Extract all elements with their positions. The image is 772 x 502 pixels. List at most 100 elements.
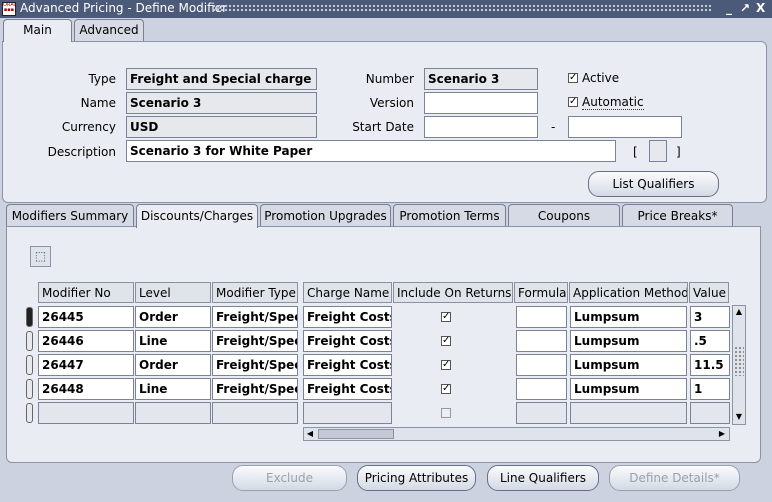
value-cell[interactable]: .5 — [690, 330, 730, 352]
number-field[interactable]: Scenario 3 — [424, 68, 538, 90]
application-method-cell[interactable] — [570, 402, 687, 424]
formula-cell[interactable] — [516, 402, 567, 424]
name-field[interactable]: Scenario 3 — [126, 92, 317, 114]
window-title: Advanced Pricing - Define Modifier — [20, 1, 227, 15]
formula-cell[interactable] — [516, 378, 567, 400]
restore-icon[interactable]: ↗ — [740, 1, 750, 15]
scroll-up-icon[interactable]: ▲ — [733, 306, 745, 318]
application-method-cell[interactable]: Lumpsum — [570, 306, 687, 328]
row-selector[interactable] — [26, 379, 33, 399]
tab-promotion-terms[interactable]: Promotion Terms — [393, 204, 506, 227]
formula-cell[interactable] — [516, 354, 567, 376]
modifier-type-cell[interactable]: Freight/Spec — [212, 354, 298, 376]
level-cell[interactable]: Order — [135, 354, 211, 376]
charge-name-cell[interactable]: Freight Costs — [303, 306, 392, 328]
currency-field[interactable]: USD — [126, 116, 317, 138]
scroll-left-icon[interactable]: ◀ — [304, 428, 316, 440]
application-method-cell[interactable]: Lumpsum — [570, 354, 687, 376]
horizontal-scroll-thumb[interactable] — [318, 429, 394, 439]
close-icon[interactable]: X — [756, 1, 765, 15]
flex-bracket-close: ] — [676, 145, 681, 159]
value-cell[interactable]: 1 — [690, 378, 730, 400]
line-qualifiers-button[interactable]: Line Qualifiers — [487, 465, 599, 491]
folder-icon[interactable]: ⬚ — [30, 246, 51, 267]
active-label: Active — [582, 71, 620, 85]
automatic-checkbox[interactable]: ✓ — [568, 97, 578, 107]
define-details-button[interactable]: Define Details* — [609, 465, 740, 491]
level-cell[interactable]: Line — [135, 378, 211, 400]
start-date-field[interactable] — [424, 116, 538, 138]
value-cell[interactable]: 3 — [690, 306, 730, 328]
column-header-level[interactable]: Level — [135, 282, 211, 303]
version-label: Version — [369, 96, 414, 110]
scroll-right-icon[interactable]: ▶ — [716, 428, 728, 440]
include-on-returns-checkbox[interactable] — [441, 408, 451, 418]
tab-advanced[interactable]: Advanced — [74, 19, 144, 41]
app-icon: ORACLE▪▪▪ — [2, 2, 16, 16]
column-header-include-on-returns[interactable]: Include On Returns — [393, 282, 513, 303]
descriptive-flexfield[interactable] — [649, 140, 667, 162]
tab-price-breaks[interactable]: Price Breaks* — [622, 204, 733, 227]
title-bar-pattern — [212, 4, 712, 13]
application-method-cell[interactable]: Lumpsum — [570, 378, 687, 400]
level-cell[interactable] — [135, 402, 211, 424]
exclude-button[interactable]: Exclude — [232, 465, 347, 491]
tab-promotion-upgrades[interactable]: Promotion Upgrades — [260, 204, 391, 227]
modifier-no-cell[interactable] — [38, 402, 134, 424]
scroll-down-icon[interactable]: ▼ — [733, 411, 745, 423]
tab-coupons[interactable]: Coupons — [508, 204, 620, 227]
type-field[interactable]: Freight and Special charge Li — [126, 68, 317, 90]
pricing-attributes-button[interactable]: Pricing Attributes — [357, 465, 476, 491]
formula-cell[interactable] — [516, 330, 567, 352]
formula-cell[interactable] — [516, 306, 567, 328]
include-on-returns-checkbox[interactable]: ✓ — [441, 336, 451, 346]
version-field[interactable] — [424, 92, 538, 114]
row-selector[interactable] — [26, 355, 33, 375]
charge-name-cell[interactable]: Freight Costs — [303, 354, 392, 376]
flex-bracket-open: [ — [633, 145, 638, 159]
column-header-charge-name[interactable]: Charge Name — [303, 282, 392, 303]
tab-main[interactable]: Main — [3, 19, 72, 42]
charge-name-cell[interactable]: Freight Costs — [303, 330, 392, 352]
charge-name-cell[interactable] — [303, 402, 392, 424]
active-checkbox[interactable]: ✓ — [568, 73, 578, 83]
currency-label: Currency — [61, 120, 116, 134]
vertical-scroll-thumb[interactable] — [734, 346, 744, 376]
column-header-application-method[interactable]: Application Method — [569, 282, 688, 303]
description-field[interactable]: Scenario 3 for White Paper — [126, 140, 616, 162]
column-header-value[interactable]: Value — [689, 282, 729, 303]
date-separator: - — [551, 120, 556, 134]
tab-modifiers-summary[interactable]: Modifiers Summary — [6, 204, 134, 227]
include-on-returns-checkbox[interactable]: ✓ — [441, 360, 451, 370]
modifier-type-cell[interactable]: Freight/Spec — [212, 306, 298, 328]
modifier-no-cell[interactable]: 26448 — [38, 378, 134, 400]
level-cell[interactable]: Order — [135, 306, 211, 328]
modifier-no-cell[interactable]: 26445 — [38, 306, 134, 328]
level-cell[interactable]: Line — [135, 330, 211, 352]
modifier-type-cell[interactable]: Freight/Spec — [212, 378, 298, 400]
include-on-returns-checkbox[interactable]: ✓ — [441, 312, 451, 322]
charge-name-cell[interactable]: Freight Costs — [303, 378, 392, 400]
value-cell[interactable] — [690, 402, 730, 424]
number-label: Number — [365, 72, 414, 86]
column-header-modifier-no[interactable]: Modifier No — [38, 282, 134, 303]
modifier-no-cell[interactable]: 26446 — [38, 330, 134, 352]
column-header-modifier-type[interactable]: Modifier Type — [212, 282, 298, 303]
row-selector[interactable] — [26, 403, 33, 423]
minimize-icon[interactable]: _ — [726, 1, 732, 15]
list-qualifiers-button[interactable]: List Qualifiers — [588, 171, 719, 197]
type-label: Type — [88, 72, 116, 86]
value-cell[interactable]: 11.5 — [690, 354, 730, 376]
include-on-returns-checkbox[interactable]: ✓ — [441, 384, 451, 394]
automatic-label: Automatic — [582, 95, 644, 110]
tab-discounts-charges[interactable]: Discounts/Charges — [136, 204, 258, 228]
window-title-bar: ORACLE▪▪▪ Advanced Pricing - Define Modi… — [0, 0, 772, 18]
modifier-no-cell[interactable]: 26447 — [38, 354, 134, 376]
end-date-field[interactable] — [568, 116, 682, 138]
modifier-type-cell[interactable] — [212, 402, 298, 424]
row-selector[interactable] — [26, 307, 33, 327]
row-selector[interactable] — [26, 331, 33, 351]
column-header-formula[interactable]: Formula — [514, 282, 568, 303]
application-method-cell[interactable]: Lumpsum — [570, 330, 687, 352]
modifier-type-cell[interactable]: Freight/Spec — [212, 330, 298, 352]
